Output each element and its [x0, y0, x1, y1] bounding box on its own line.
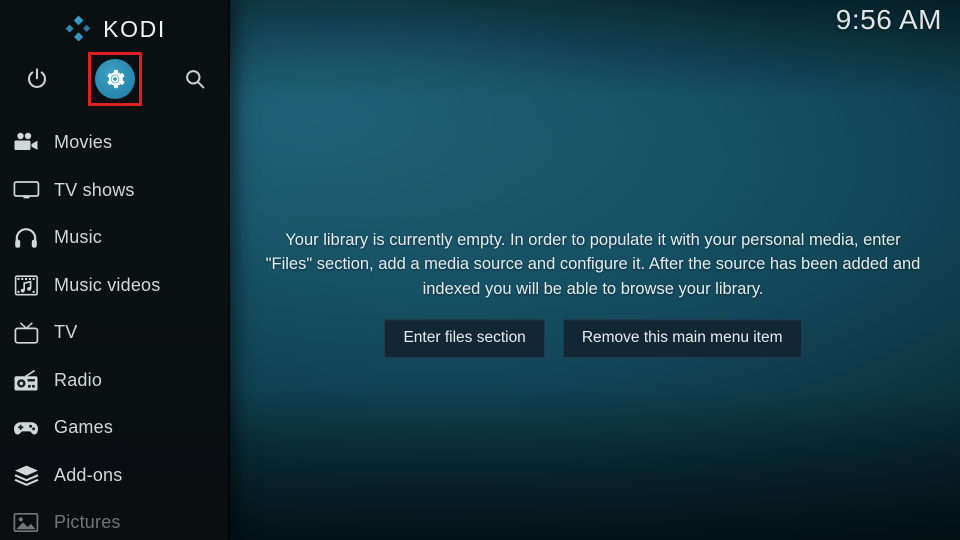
sidebar-item-tv[interactable]: TV	[0, 309, 230, 357]
film-music-icon	[10, 274, 42, 297]
sidebar-item-add-ons[interactable]: Add-ons	[0, 452, 230, 500]
kodi-logo-icon	[65, 15, 91, 42]
sidebar-item-music-videos[interactable]: Music videos	[0, 262, 230, 310]
empty-library-message: Your library is currently empty. In orde…	[265, 231, 921, 298]
search-button[interactable]	[168, 52, 222, 106]
app-name: KODI	[103, 15, 166, 42]
sidebar-item-label: Add-ons	[54, 464, 123, 485]
clock: 9:56 AM	[835, 4, 942, 35]
sidebar-item-label: Music videos	[54, 274, 161, 295]
sidebar: KODI Movies TV shows Music Music videos …	[0, 0, 230, 540]
sidebar-item-label: Music	[54, 227, 103, 248]
remove-main-menu-item-button[interactable]: Remove this main menu item	[562, 319, 802, 358]
settings-disc	[95, 59, 135, 99]
gamepad-icon	[10, 418, 42, 438]
power-button[interactable]	[10, 52, 64, 106]
search-icon	[186, 70, 205, 89]
addons-box-icon	[10, 464, 42, 487]
sidebar-item-music[interactable]: Music	[0, 214, 230, 262]
sidebar-item-movies[interactable]: Movies	[0, 119, 230, 167]
sidebar-item-radio[interactable]: Radio	[0, 357, 230, 405]
radio-icon	[10, 369, 42, 392]
power-icon	[27, 68, 47, 89]
movie-camera-icon	[10, 132, 42, 154]
app-logo: KODI	[0, 12, 230, 46]
picture-icon	[10, 512, 42, 533]
enter-files-section-button[interactable]: Enter files section	[384, 319, 545, 358]
sidebar-item-pictures[interactable]: Pictures	[0, 499, 230, 540]
empty-library-actions: Enter files section Remove this main men…	[248, 319, 938, 358]
sidebar-item-games[interactable]: Games	[0, 404, 230, 452]
sidebar-item-label: Movies	[54, 132, 113, 153]
empty-library-panel: Your library is currently empty. In orde…	[248, 228, 938, 358]
headphones-icon	[10, 227, 42, 249]
main-menu: Movies TV shows Music Music videos TV Ra…	[0, 119, 230, 540]
sidebar-item-tv-shows[interactable]: TV shows	[0, 167, 230, 215]
sidebar-item-label: Games	[54, 417, 114, 438]
monitor-icon	[10, 179, 42, 201]
settings-gear-icon	[107, 69, 125, 89]
sidebar-item-label: TV shows	[54, 179, 135, 200]
sidebar-item-label: Pictures	[54, 512, 121, 533]
kodi-home-screen: 9:56 AM KODI Movies TV shows Music Music…	[0, 0, 960, 540]
sidebar-item-label: TV	[54, 322, 78, 343]
top-icon-row	[0, 52, 230, 108]
television-icon	[10, 321, 42, 345]
sidebar-item-label: Radio	[54, 369, 103, 390]
settings-button[interactable]	[88, 52, 142, 106]
